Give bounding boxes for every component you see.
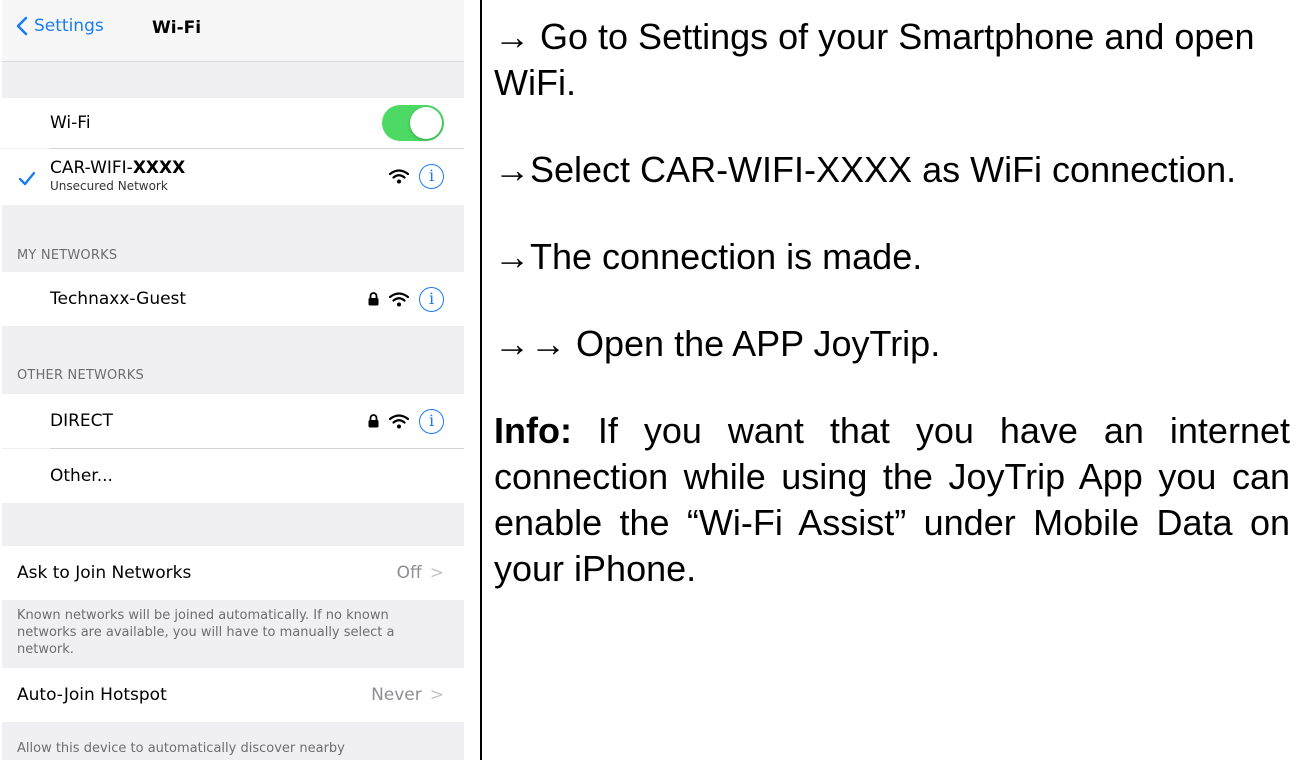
ask-to-join-footnote: Known networks will be joined automatica… (17, 608, 395, 657)
connected-network-subtitle: Unsecured Network (50, 179, 168, 193)
my-network-name: Technaxx-Guest (50, 289, 187, 309)
info-label: Info: (494, 410, 572, 451)
info-text: If you want that you have an internet co… (494, 410, 1290, 589)
info-icon[interactable]: i (419, 286, 444, 312)
other-network-row[interactable]: DIRECT i (2, 394, 464, 448)
chevron-left-icon (16, 16, 28, 36)
wifi-toggle-row: Wi-Fi (2, 98, 464, 148)
ask-to-join-value: Off > (396, 563, 444, 583)
auto-join-value: Never > (371, 685, 444, 705)
wifi-signal-icon (389, 413, 409, 429)
other-label: Other... (50, 466, 113, 486)
connected-network-row[interactable]: CAR-WIFI-XXXX Unsecured Network i (2, 149, 464, 205)
step-3-text: →The connection is made. (494, 236, 923, 277)
my-network-row[interactable]: Technaxx-Guest i (2, 272, 464, 326)
other-network-button[interactable]: Other... (2, 449, 464, 503)
auto-join-row[interactable]: Auto-Join Hotspot Never > (2, 668, 464, 722)
step-4-text: →→ Open the APP JoyTrip. (494, 323, 941, 364)
other-network-name: DIRECT (50, 411, 113, 431)
lock-icon (368, 292, 379, 306)
step-1-text: → Go to Settings of your Smartphone and … (494, 16, 1255, 103)
ask-to-join-label: Ask to Join Networks (17, 563, 192, 583)
ask-to-join-row[interactable]: Ask to Join Networks Off > (2, 546, 464, 600)
back-button[interactable]: Settings (16, 16, 104, 36)
wifi-toggle-label: Wi-Fi (50, 113, 91, 133)
chevron-right-icon: > (429, 563, 444, 583)
toggle-knob (410, 107, 442, 139)
wifi-signal-icon (389, 169, 409, 184)
back-button-label: Settings (34, 16, 104, 36)
wifi-toggle[interactable] (382, 105, 444, 141)
wifi-signal-icon (389, 291, 409, 307)
connected-network-text: CAR-WIFI-XXXX Unsecured Network (50, 158, 185, 194)
auto-join-footnote: Allow this device to automatically disco… (17, 741, 345, 756)
other-networks-header: OTHER NETWORKS (17, 368, 144, 383)
connected-network-name: CAR-WIFI-XXXX (50, 158, 186, 178)
column-divider (480, 0, 482, 760)
connected-network-icons: i (389, 164, 444, 189)
info-icon[interactable]: i (419, 408, 444, 434)
checkmark-icon (18, 171, 36, 186)
navigation-bar: Settings Wi-Fi (2, 0, 464, 62)
my-network-icons: i (368, 286, 444, 312)
step-2-text: →Select CAR-WIFI-XXXX as WiFi connection… (494, 149, 1237, 190)
info-icon[interactable]: i (419, 164, 444, 189)
info-paragraph: Info: If you want that you have an inter… (494, 408, 1290, 592)
page-title: Wi-Fi (152, 18, 202, 38)
instructions: → Go to Settings of your Smartphone and … (494, 14, 1290, 633)
auto-join-label: Auto-Join Hotspot (17, 685, 167, 705)
other-network-icons: i (368, 408, 444, 434)
chevron-right-icon: > (429, 685, 444, 705)
wifi-settings-screenshot: Settings Wi-Fi Wi-Fi CAR-WIFI-XXXX Unsec… (2, 0, 464, 760)
my-networks-header: MY NETWORKS (17, 248, 118, 263)
lock-icon (368, 414, 379, 428)
